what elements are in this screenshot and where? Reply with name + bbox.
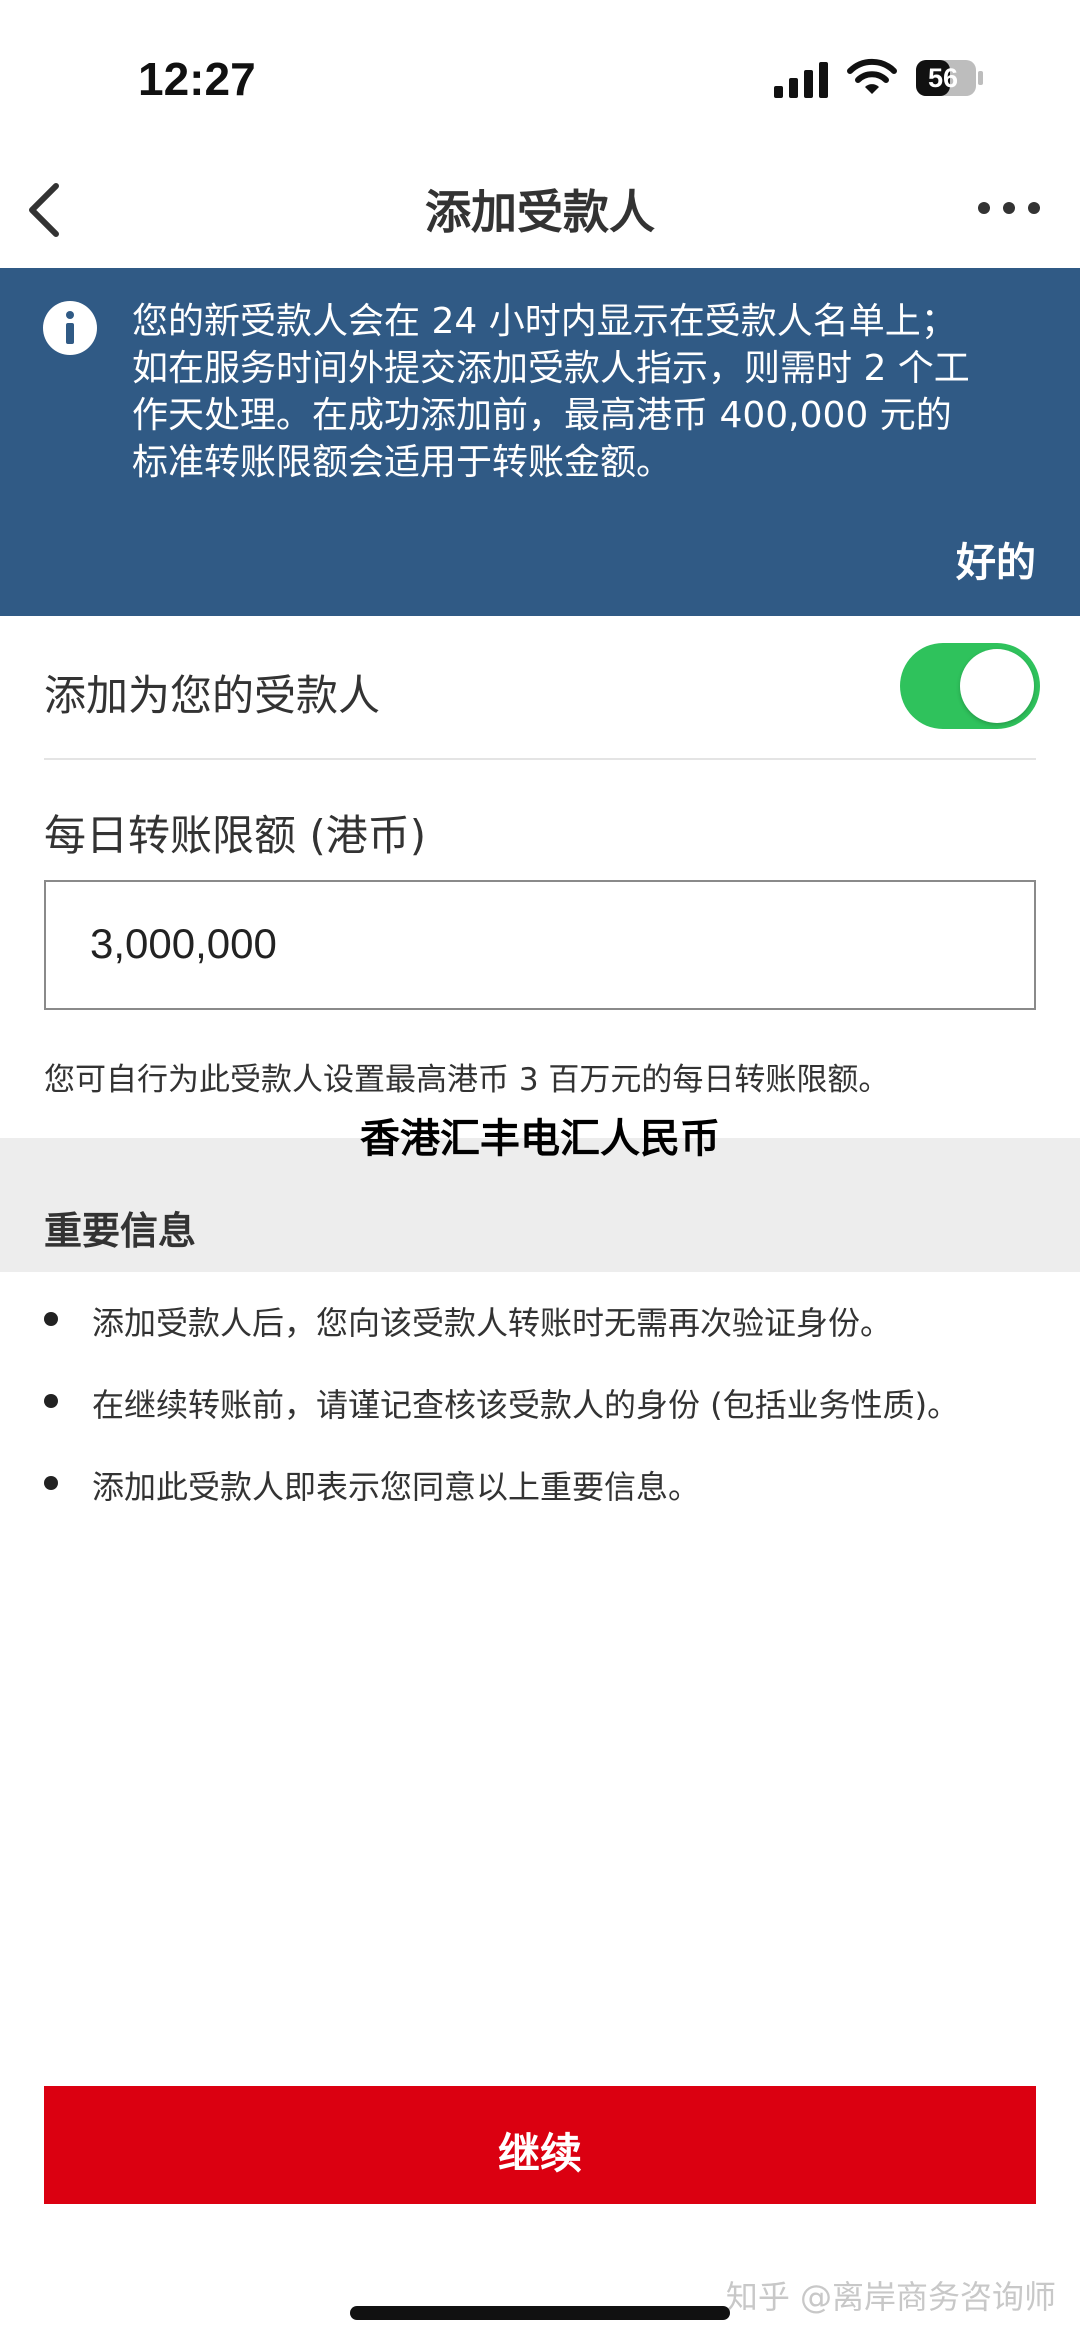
add-payee-label: 添加为您的受款人	[44, 671, 381, 720]
bullet-dot	[44, 1312, 58, 1326]
status-bar: 12:27 56	[0, 0, 1080, 150]
daily-limit-value: 3,000,000	[90, 920, 277, 967]
continue-button-label: 继续	[497, 2130, 582, 2177]
toggle-knob	[960, 649, 1034, 723]
continue-button[interactable]: 继续	[44, 2086, 1036, 2204]
info-line: 您的新受款人会在 24 小时内显示在受款人名单上；	[132, 301, 957, 342]
screen: 12:27 56 添加受款人 您的新受款人会在 24 小时内显示在受款人名单上；…	[0, 0, 1080, 2341]
divider	[44, 758, 1036, 760]
info-line: 作天处理。在成功添加前，最高港币 400,000 元的	[132, 395, 952, 436]
page-title: 添加受款人	[425, 185, 655, 239]
status-time: 12:27	[138, 53, 256, 105]
info-message: 您的新受款人会在 24 小时内显示在受款人名单上； 如在服务时间外提交添加受款人…	[132, 298, 1032, 486]
more-horizontal-icon[interactable]	[976, 198, 1042, 218]
wifi-icon	[847, 58, 897, 94]
info-icon	[43, 301, 97, 355]
daily-limit-input[interactable]: 3,000,000	[44, 880, 1036, 1010]
info-line: 标准转账限额会适用于转账金额。	[132, 442, 673, 483]
source-watermark: 知乎 @离岸商务咨询师	[725, 2278, 1056, 2316]
signal-icon	[774, 62, 828, 98]
important-info-title: 重要信息	[44, 1209, 197, 1253]
daily-limit-hint: 您可自行为此受款人设置最高港币 3 百万元的每日转账限额。	[44, 1062, 890, 1098]
info-line: 如在服务时间外提交添加受款人指示，则需时 2 个工	[132, 348, 970, 389]
list-item-text: 添加此受款人即表示您同意以上重要信息。	[92, 1468, 701, 1506]
battery-level: 56	[927, 63, 959, 93]
nav-bar: 添加受款人	[0, 150, 1080, 270]
list-item: 在继续转账前，请谨记查核该受款人的身份 (包括业务性质)。	[44, 1380, 1044, 1430]
list-item-text: 添加受款人后，您向该受款人转账时无需再次验证身份。	[92, 1304, 893, 1342]
list-item: 添加此受款人即表示您同意以上重要信息。	[44, 1462, 1044, 1512]
list-item: 添加受款人后，您向该受款人转账时无需再次验证身份。	[44, 1298, 1044, 1348]
overlay-title: 香港汇丰电汇人民币	[360, 1116, 720, 1162]
ok-button[interactable]: 好的	[956, 530, 1036, 588]
bullet-dot	[44, 1394, 58, 1408]
add-payee-toggle[interactable]	[900, 643, 1040, 729]
daily-limit-label: 每日转账限额 (港币)	[44, 811, 427, 860]
home-indicator[interactable]	[350, 2306, 730, 2320]
list-item-text: 在继续转账前，请谨记查核该受款人的身份 (包括业务性质)。	[92, 1386, 960, 1424]
info-banner: 您的新受款人会在 24 小时内显示在受款人名单上； 如在服务时间外提交添加受款人…	[0, 268, 1080, 616]
bullet-dot	[44, 1476, 58, 1490]
